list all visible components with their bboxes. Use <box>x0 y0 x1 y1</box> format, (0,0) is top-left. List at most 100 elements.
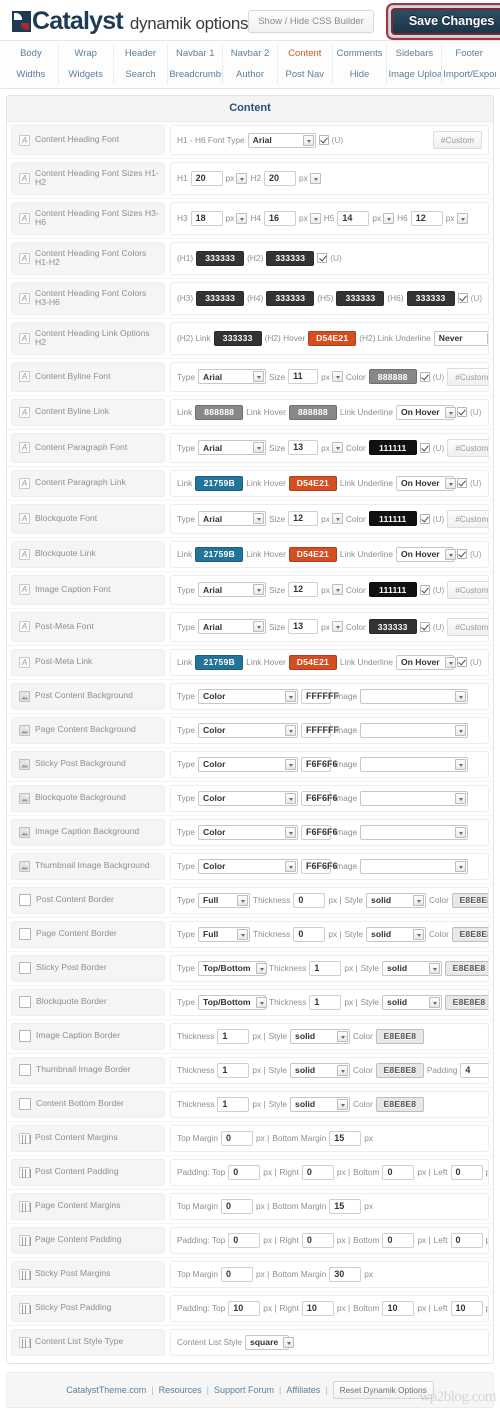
border-thickness-input[interactable]: 0 <box>293 892 326 908</box>
nav-tab-navbar-2[interactable]: Navbar 2 <box>223 44 278 63</box>
border-style-select[interactable]: solid <box>290 1096 351 1112</box>
nav-tab-header[interactable]: Header <box>114 44 169 63</box>
padding-bottom-input[interactable]: 0 <box>382 1232 415 1248</box>
background-color-input[interactable]: FFFFFF <box>301 688 339 704</box>
h4-unit-select[interactable]: px <box>299 212 321 224</box>
border-color-swatch[interactable]: E8E8E8 <box>375 1096 424 1112</box>
padding-left-input[interactable]: 0 <box>450 1164 483 1180</box>
h6-unit-select[interactable]: px <box>446 212 468 224</box>
h2-color-swatch[interactable]: 333333 <box>266 250 315 266</box>
link-hover-color-swatch[interactable]: D54E21 <box>288 654 337 670</box>
custom-css-button[interactable]: #Custom <box>447 580 488 599</box>
background-color-input[interactable]: F6F6F6 <box>301 756 338 772</box>
font-size-unit-select[interactable]: px <box>321 442 343 454</box>
h1-unit-select[interactable]: px <box>226 172 248 184</box>
nav-tab-hide[interactable]: Hide <box>333 65 388 84</box>
border-color-swatch[interactable]: E8E8E8 <box>445 960 488 976</box>
update-checkbox[interactable] <box>456 657 467 668</box>
update-checkbox[interactable] <box>456 407 467 418</box>
h2-link-color-swatch[interactable]: 333333 <box>213 330 262 346</box>
font-type-select[interactable]: Arial <box>198 369 266 385</box>
font-size-input[interactable]: 13 <box>288 440 319 456</box>
h4-size-input[interactable]: 16 <box>263 210 296 226</box>
border-style-select[interactable]: solid <box>382 994 443 1010</box>
nav-tab-content[interactable]: Content <box>278 44 333 63</box>
update-checkbox[interactable] <box>419 513 430 524</box>
border-thickness-input[interactable]: 1 <box>309 994 342 1010</box>
font-size-unit-select[interactable]: px <box>321 371 343 383</box>
font-color-swatch[interactable]: 111111 <box>368 511 417 527</box>
border-color-swatch[interactable]: E8E8E8 <box>375 1028 424 1044</box>
nav-tab-breadcrumbs[interactable]: Breadcrumbs <box>168 65 224 84</box>
background-type-select[interactable]: Color <box>198 824 298 840</box>
h2-size-input[interactable]: 20 <box>263 170 296 186</box>
border-thickness-input[interactable]: 0 <box>293 926 326 942</box>
background-image-select[interactable] <box>360 722 469 738</box>
padding-right-input[interactable]: 10 <box>301 1300 334 1316</box>
link-color-swatch[interactable]: 21759B <box>195 546 244 562</box>
nav-tab-author[interactable]: Author <box>223 65 278 84</box>
update-checkbox[interactable] <box>318 135 329 145</box>
link-color-swatch[interactable]: 888888 <box>195 404 244 420</box>
h2-underline-select[interactable]: Never <box>433 330 488 346</box>
font-color-swatch[interactable]: 111111 <box>368 440 417 456</box>
link-color-swatch[interactable]: 21759B <box>195 475 244 491</box>
nav-tab-sidebars[interactable]: Sidebars <box>387 44 443 63</box>
nav-tab-navbar-1[interactable]: Navbar 1 <box>168 44 224 63</box>
font-type-select[interactable]: Arial <box>198 511 266 527</box>
link-hover-color-swatch[interactable]: 888888 <box>288 404 337 420</box>
footer-link-affiliates[interactable]: Affiliates <box>286 1385 320 1395</box>
background-image-select[interactable] <box>360 790 469 806</box>
border-color-swatch[interactable]: E8E8E8 <box>451 892 488 908</box>
nav-tab-search[interactable]: Search <box>114 65 169 84</box>
padding-left-input[interactable]: 10 <box>450 1300 483 1316</box>
border-type-select[interactable]: Top/Bottom <box>198 994 267 1010</box>
bottom-margin-input[interactable]: 30 <box>329 1266 362 1282</box>
padding-top-input[interactable]: 0 <box>228 1232 261 1248</box>
background-color-input[interactable]: F6F6F6 <box>301 858 338 874</box>
background-color-input[interactable]: F6F6F6 <box>301 790 338 806</box>
h4-color-swatch[interactable]: 333333 <box>266 290 315 306</box>
background-color-input[interactable]: F6F6F6 <box>301 824 338 840</box>
background-type-select[interactable]: Color <box>198 756 298 772</box>
custom-css-button[interactable]: #Custom <box>447 617 488 636</box>
border-color-swatch[interactable]: E8E8E8 <box>445 994 488 1010</box>
bottom-margin-input[interactable]: 15 <box>329 1198 362 1214</box>
nav-tab-wrap[interactable]: Wrap <box>59 44 114 63</box>
font-color-swatch[interactable]: 111111 <box>368 582 417 598</box>
custom-css-button[interactable]: #Custom <box>447 367 488 386</box>
nav-tab-widths[interactable]: Widths <box>4 65 59 84</box>
background-type-select[interactable]: Color <box>198 858 298 874</box>
top-margin-input[interactable]: 0 <box>221 1130 254 1146</box>
h3-size-input[interactable]: 18 <box>190 210 223 226</box>
padding-right-input[interactable]: 0 <box>301 1164 334 1180</box>
h5-size-input[interactable]: 14 <box>337 210 370 226</box>
border-type-select[interactable]: Full <box>198 926 250 942</box>
update-checkbox[interactable] <box>419 584 430 595</box>
top-margin-input[interactable]: 0 <box>221 1198 254 1214</box>
h2-hover-color-swatch[interactable]: D54E21 <box>308 330 357 346</box>
nav-tab-post-nav[interactable]: Post Nav <box>278 65 333 84</box>
h6-size-input[interactable]: 12 <box>410 210 443 226</box>
border-style-select[interactable]: solid <box>382 960 443 976</box>
font-size-input[interactable]: 13 <box>288 619 319 635</box>
nav-tab-image-uploader[interactable]: Image Uploader <box>387 65 443 84</box>
background-image-select[interactable] <box>360 756 469 772</box>
background-type-select[interactable]: Color <box>198 688 298 704</box>
font-size-unit-select[interactable]: px <box>321 513 343 525</box>
link-underline-select[interactable]: On Hover <box>395 475 456 491</box>
font-type-select[interactable]: Arial <box>247 132 316 148</box>
border-thickness-input[interactable]: 1 <box>217 1062 250 1078</box>
footer-link-support-forum[interactable]: Support Forum <box>214 1385 274 1395</box>
link-color-swatch[interactable]: 21759B <box>195 654 244 670</box>
border-type-select[interactable]: Full <box>198 892 250 908</box>
padding-bottom-input[interactable]: 10 <box>382 1300 415 1316</box>
background-color-input[interactable]: FFFFFF <box>301 722 339 738</box>
font-color-swatch[interactable]: 888888 <box>368 369 417 385</box>
border-thickness-input[interactable]: 1 <box>217 1028 250 1044</box>
font-type-select[interactable]: Arial <box>198 440 266 456</box>
list-style-select[interactable]: square <box>245 1334 295 1350</box>
padding-right-input[interactable]: 0 <box>301 1232 334 1248</box>
update-checkbox[interactable] <box>419 621 430 632</box>
font-size-input[interactable]: 11 <box>288 369 319 385</box>
